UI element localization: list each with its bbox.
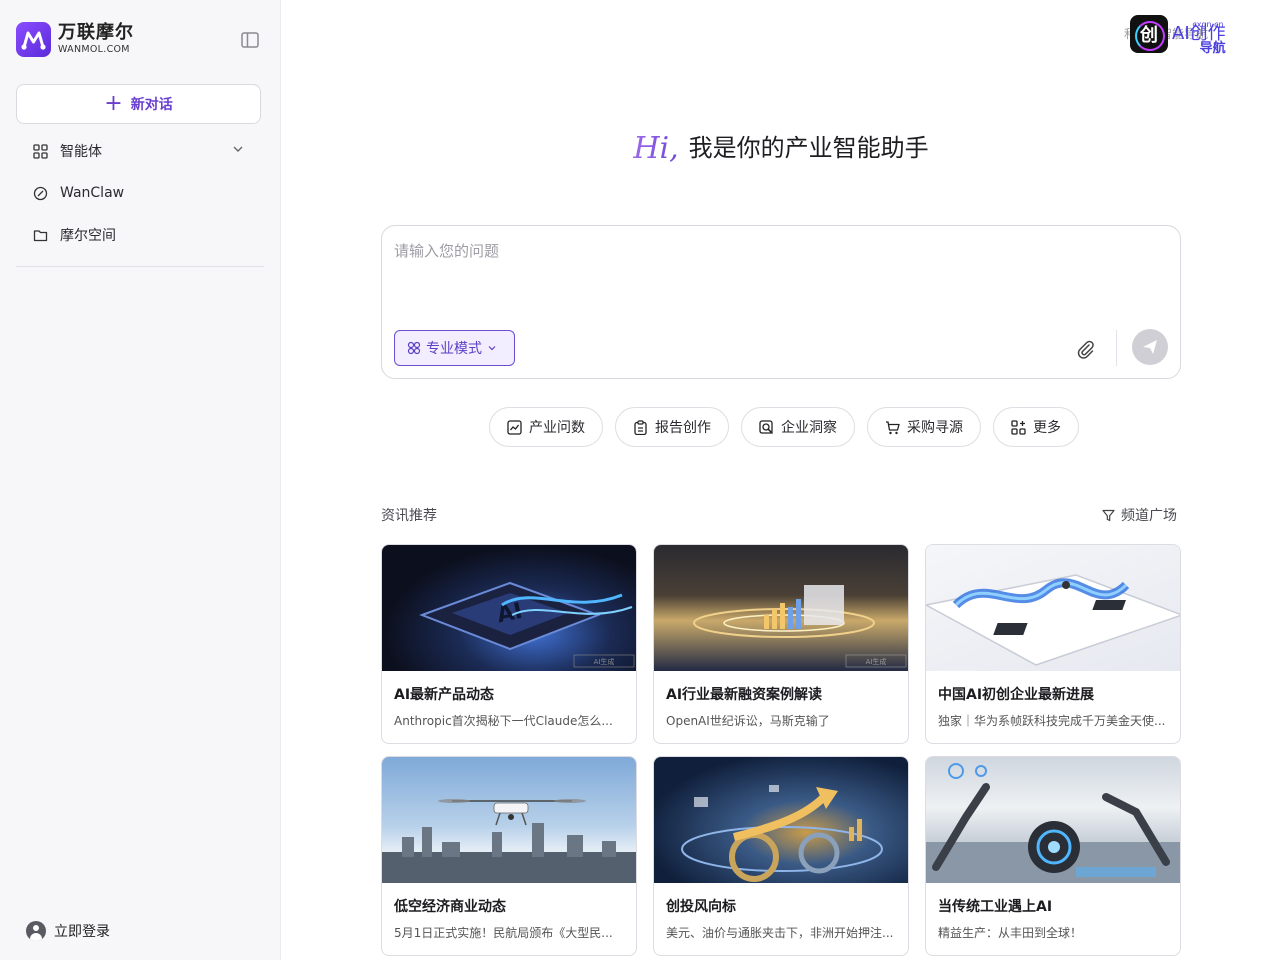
search-doc-icon — [759, 419, 774, 435]
news-card-title: 中国AI初创企业最新进展 — [938, 687, 1095, 703]
news-card-subtitle: 5月1日正式实施！民航局颁布《大型民... — [394, 926, 613, 940]
news-card-subtitle: OpenAI世纪诉讼，马斯克输了 — [666, 714, 830, 728]
news-card-title: AI行业最新融资案例解读 — [666, 687, 823, 703]
news-card-image: AI生成 — [654, 545, 908, 671]
new-chat-label: 新对话 — [130, 97, 173, 113]
login-label: 立即登录 — [54, 924, 110, 940]
composer-divider — [1116, 330, 1117, 366]
news-card[interactable]: AI AI生成 AI最新产品动态 Anthropic首次揭秘下一代Claude怎… — [381, 544, 637, 744]
news-card-image — [654, 757, 908, 883]
chip-industry-data[interactable]: 产业问数 — [489, 407, 603, 447]
news-card-image: AI AI生成 — [382, 545, 636, 671]
attachment-icon[interactable] — [1074, 338, 1096, 360]
chip-label: 报告创作 — [655, 420, 711, 436]
badge-logo-icon: 创 — [1130, 15, 1168, 53]
ai-generated-mark: AI生成 — [594, 657, 615, 666]
sidebar-item-agents[interactable]: 智能体 — [16, 133, 264, 169]
brand-name-en: WANMOL.COM — [58, 44, 130, 56]
sidebar-collapse-icon[interactable] — [240, 30, 260, 50]
badge-subtitle: 导航 — [1199, 41, 1226, 56]
badge-domain: cxgn.cn — [1192, 20, 1224, 29]
new-chat-button[interactable]: + 新对话 — [16, 84, 261, 124]
chip-report[interactable]: 报告创作 — [615, 407, 729, 447]
news-card-title: 创投风向标 — [666, 899, 736, 915]
quick-actions: 产业问数 报告创作 企业洞察 采购寻源 更多 — [489, 407, 1079, 447]
brand-name-cn: 万联摩尔 — [58, 22, 134, 44]
clipboard-icon — [633, 419, 648, 435]
badge-char: 创 — [1140, 25, 1158, 46]
news-card-image — [926, 757, 1180, 883]
plus-icon: + — [104, 91, 123, 116]
news-card-subtitle: 精益生产：从丰田到全球！ — [938, 926, 1083, 940]
sidebar-divider — [16, 266, 264, 267]
news-card-subtitle: 独家｜华为系帧跃科技完成千万美金天使... — [938, 714, 1166, 728]
news-card[interactable]: 创投风向标 美元、油价与通胀夹击下，非洲开始押注... — [653, 756, 909, 956]
news-card[interactable]: 中国AI初创企业最新进展 独家｜华为系帧跃科技完成千万美金天使... — [925, 544, 1181, 744]
login-button[interactable]: 立即登录 — [26, 921, 110, 941]
chip-enterprise[interactable]: 企业洞察 — [741, 407, 855, 447]
folder-icon — [32, 227, 48, 243]
hero-greeting: Hi, — [633, 131, 679, 166]
sidebar-item-space[interactable]: 摩尔空间 — [16, 217, 264, 253]
send-icon — [1143, 340, 1157, 354]
news-section-title: 资讯推荐 — [381, 508, 437, 524]
logo-icon — [16, 22, 51, 57]
mode-select-button[interactable]: 专业模式 — [394, 330, 515, 366]
avatar-icon — [26, 921, 46, 941]
news-card-subtitle: Anthropic首次揭秘下一代Claude怎么... — [394, 714, 613, 728]
chevron-down-icon[interactable] — [232, 143, 244, 159]
news-card-image — [382, 757, 636, 883]
ai-navigation-badge[interactable]: 和产业智能导航 创 AI创作 cxgn.cn 导航 — [1124, 15, 1226, 56]
news-card-title: AI最新产品动态 — [394, 687, 495, 703]
chip-label: 产业问数 — [529, 420, 585, 436]
news-card[interactable]: 当传统工业遇上AI 精益生产：从丰田到全球！ — [925, 756, 1181, 956]
news-card-image — [926, 545, 1180, 671]
brand-text: 万联摩尔 WANMOL.COM — [58, 24, 134, 55]
mode-label: 专业模式 — [426, 341, 482, 357]
news-card-title: 低空经济商业动态 — [394, 899, 506, 915]
sidebar-item-wanclaw[interactable]: WanClaw — [16, 175, 264, 211]
sidebar: 万联摩尔 WANMOL.COM + 新对话 智能体 WanClaw 摩尔空间 立… — [0, 0, 281, 960]
chip-more[interactable]: 更多 — [993, 407, 1079, 447]
question-input[interactable] — [394, 240, 1164, 320]
chip-label: 采购寻源 — [907, 420, 963, 436]
news-card[interactable]: AI生成 AI行业最新融资案例解读 OpenAI世纪诉讼，马斯克输了 — [653, 544, 909, 744]
cart-icon — [885, 420, 900, 435]
sidebar-item-label: 摩尔空间 — [60, 228, 116, 244]
app-root: 万联摩尔 WANMOL.COM + 新对话 智能体 WanClaw 摩尔空间 立… — [0, 0, 1280, 960]
chip-label: 更多 — [1033, 420, 1061, 436]
hero-heading: Hi, 我是你的产业智能助手 — [381, 128, 1181, 166]
channel-plaza-link[interactable]: 频道广场 — [1102, 505, 1177, 525]
ai-generated-mark: AI生成 — [866, 657, 887, 666]
channel-plaza-label: 频道广场 — [1121, 508, 1177, 524]
chip-procurement[interactable]: 采购寻源 — [867, 407, 981, 447]
filter-icon — [1102, 509, 1115, 521]
hero-tagline: 我是你的产业智能助手 — [688, 134, 929, 162]
chart-icon — [507, 419, 522, 435]
chip-label: 企业洞察 — [781, 420, 837, 436]
apps-icon — [1011, 419, 1026, 435]
brand-logo[interactable]: 万联摩尔 WANMOL.COM — [16, 22, 134, 57]
mode-icon — [407, 341, 421, 355]
chevron-down-icon — [488, 346, 496, 351]
news-card-title: 当传统工业遇上AI — [938, 899, 1053, 915]
sidebar-item-label: 智能体 — [60, 144, 102, 160]
chat-composer: 专业模式 — [381, 225, 1181, 379]
sidebar-item-label: WanClaw — [60, 185, 125, 201]
chip-ai-text: AI — [495, 599, 525, 629]
send-button[interactable] — [1132, 329, 1168, 365]
grid-icon — [32, 143, 48, 159]
edit-icon — [32, 185, 48, 201]
news-card-subtitle: 美元、油价与通胀夹击下，非洲开始押注... — [666, 926, 894, 940]
news-card[interactable]: 低空经济商业动态 5月1日正式实施！民航局颁布《大型民... — [381, 756, 637, 956]
